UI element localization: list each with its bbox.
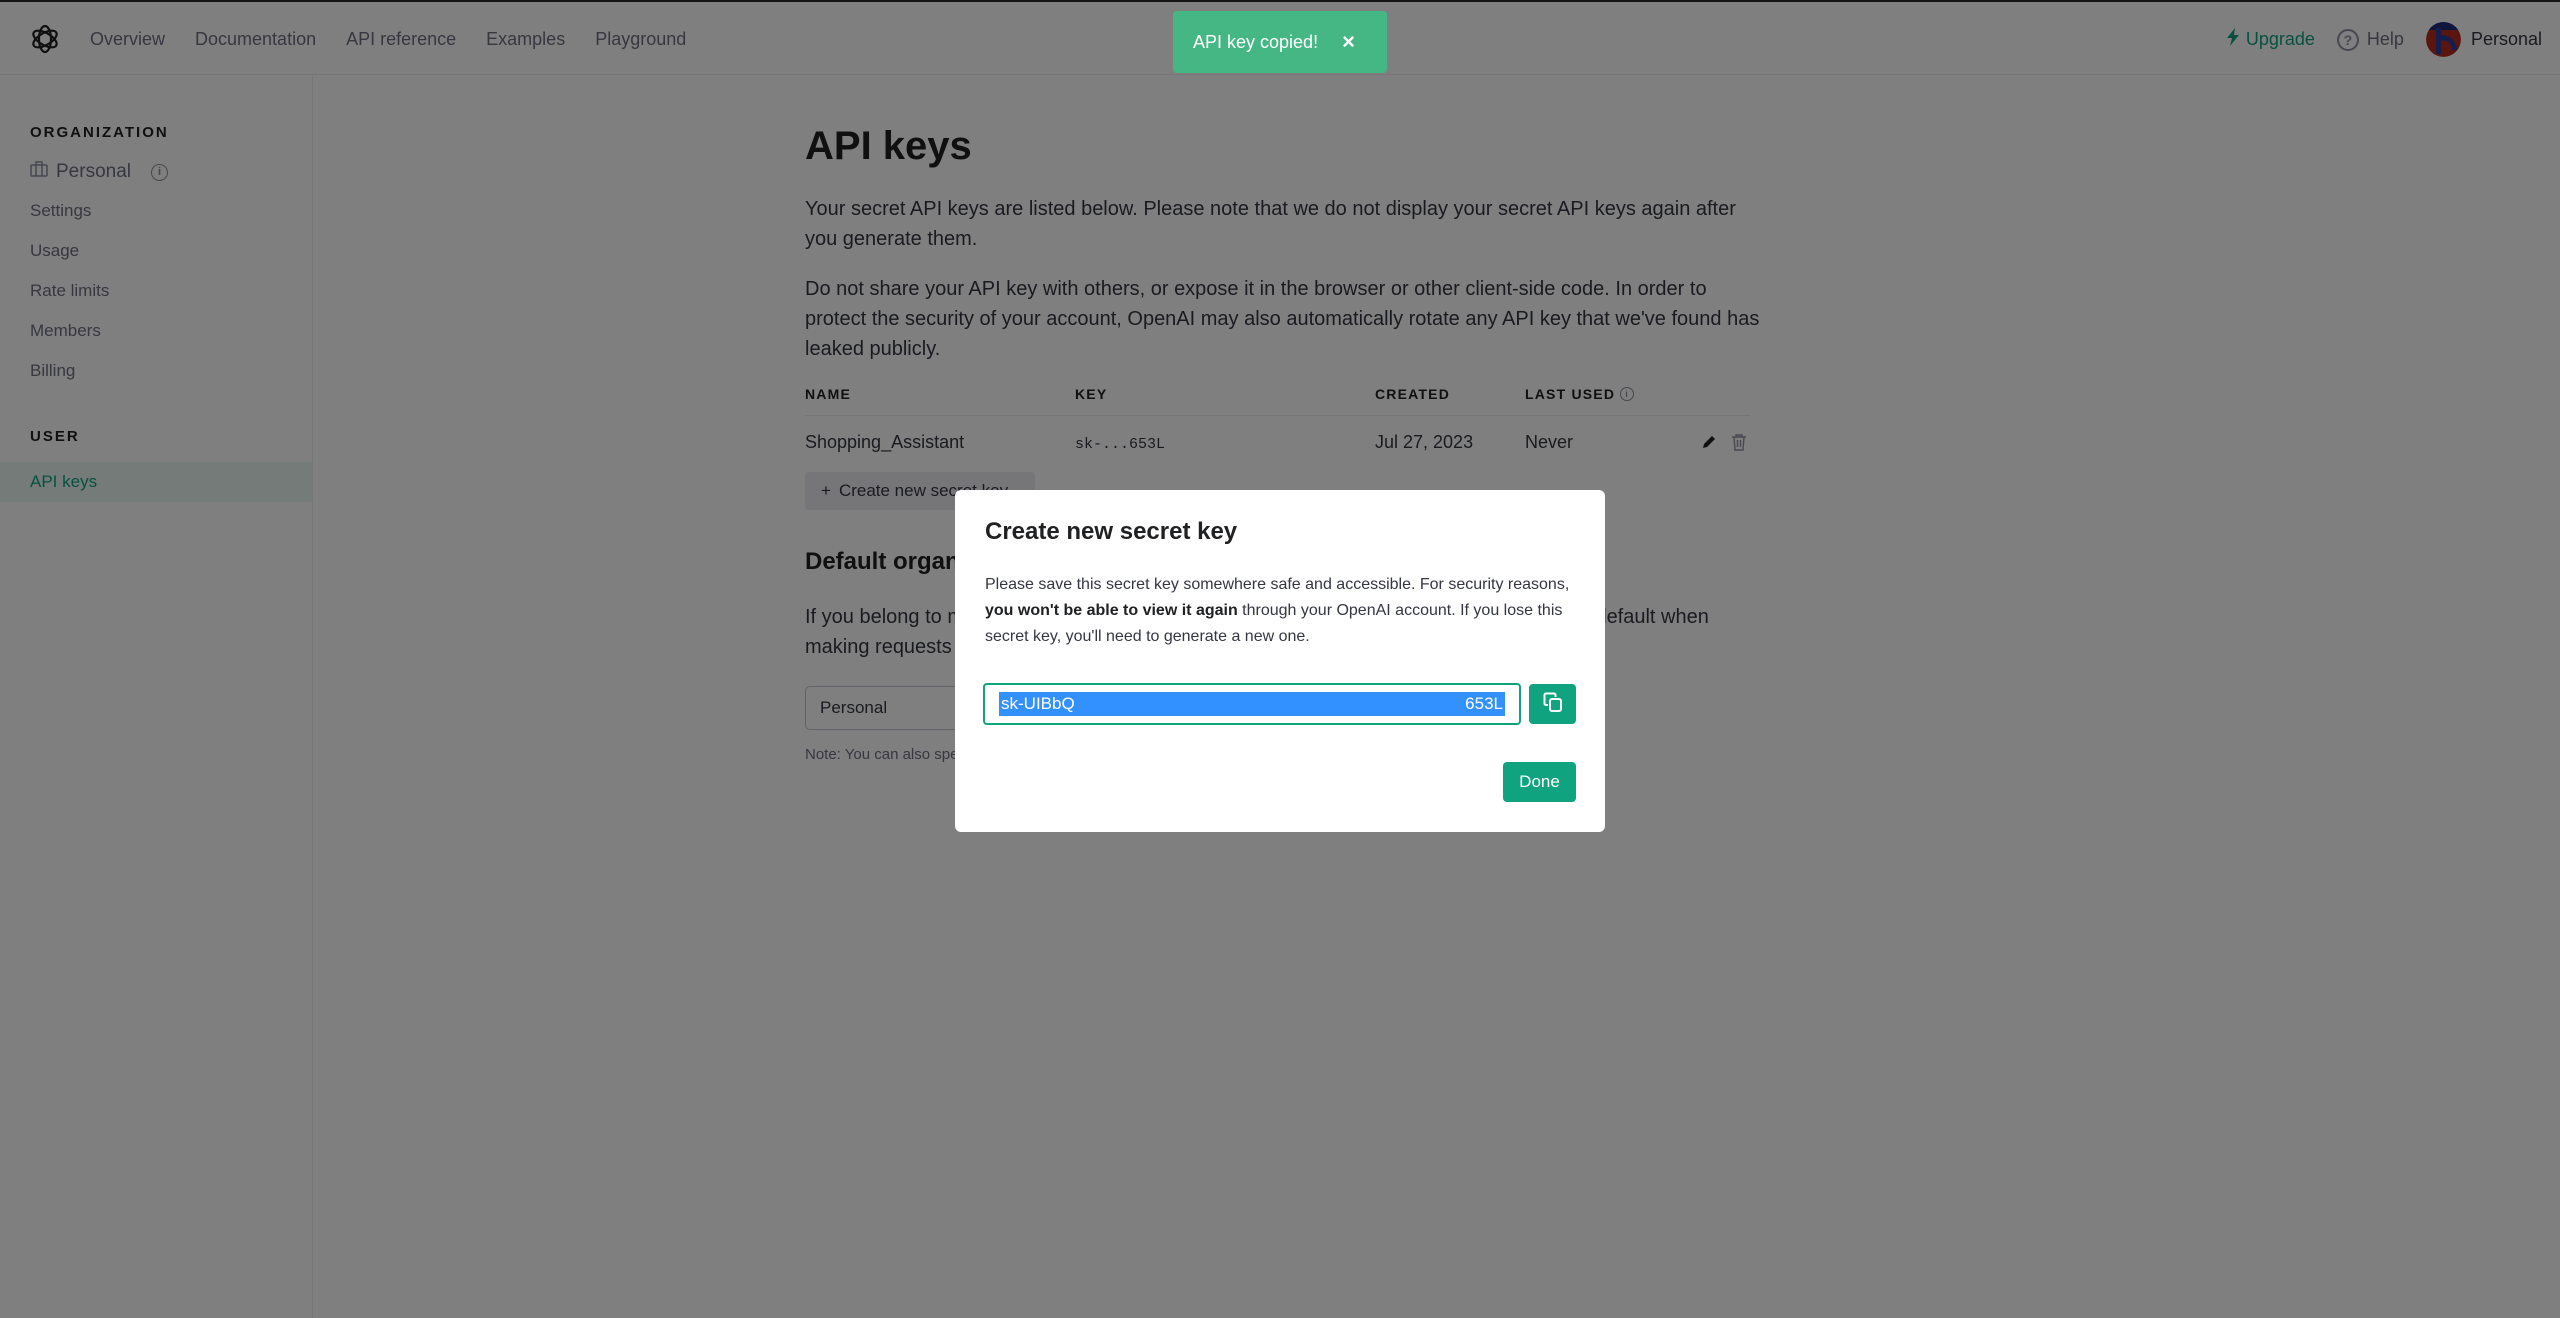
secret-key-prefix: sk-UIBbQ [1001, 694, 1075, 713]
modal-text-before: Please save this secret key somewhere sa… [985, 576, 1570, 593]
create-key-modal: Create new secret key Please save this s… [955, 490, 1605, 832]
secret-key-suffix: 653L [1465, 694, 1503, 713]
modal-title: Create new secret key [985, 518, 1238, 545]
secret-key-input[interactable]: sk-UIBbQ 653L [983, 683, 1521, 725]
done-button[interactable]: Done [1503, 762, 1576, 802]
toast-message: API key copied! [1193, 31, 1319, 52]
toast-notification: API key copied! × [1173, 11, 1387, 73]
copy-icon [1542, 691, 1564, 718]
modal-description: Please save this secret key somewhere sa… [985, 572, 1585, 650]
copy-key-button[interactable] [1529, 684, 1576, 724]
close-icon[interactable]: × [1342, 31, 1355, 53]
secret-key-selection: sk-UIBbQ 653L [999, 692, 1505, 716]
modal-text-bold: you won't be able to view it again [985, 602, 1238, 619]
